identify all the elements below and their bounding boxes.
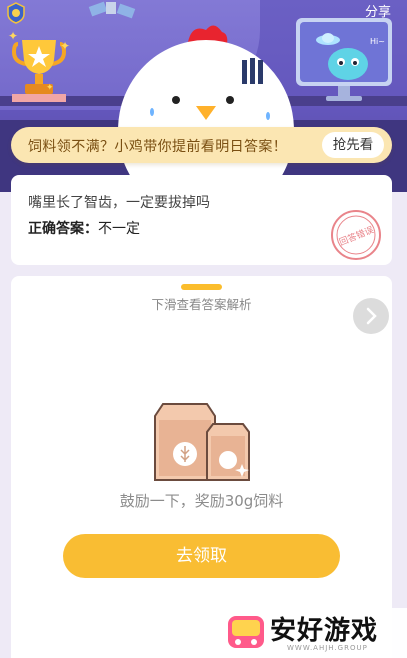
promo-text: 饲料领不满？小鸡带你提前看明日答案！ bbox=[28, 139, 288, 155]
stamp-text: 回答错误 bbox=[337, 224, 375, 249]
svg-text:Hi~: Hi~ bbox=[370, 37, 385, 46]
preview-answer-button[interactable]: 抢先看 bbox=[322, 132, 384, 158]
alien-monitor-icon: Hi~ bbox=[296, 18, 392, 101]
swipe-hint: 下滑查看答案解析 bbox=[151, 297, 252, 312]
answer-value: 不一定 bbox=[98, 221, 140, 237]
share-button[interactable]: 分享 bbox=[365, 1, 391, 20]
watermark-title: 安好游戏 bbox=[270, 616, 379, 646]
satellite-icon bbox=[88, 1, 136, 19]
trophy-icon bbox=[12, 40, 66, 102]
watermark: 安好游戏 WWW.AHJH.GROUP bbox=[222, 608, 407, 658]
claim-button[interactable]: 去领取 bbox=[63, 534, 340, 578]
wrong-answer-stamp: 回答错误 bbox=[331, 210, 381, 260]
chevron-right-icon[interactable] bbox=[353, 298, 389, 334]
answer-label: 正确答案： bbox=[28, 221, 98, 237]
question-card: 嘴里长了智齿，一定要拔掉吗 正确答案：不一定 回答错误 bbox=[11, 175, 392, 265]
watermark-subtitle: WWW.AHJH.GROUP bbox=[287, 644, 368, 652]
question-text: 嘴里长了智齿，一定要拔掉吗 bbox=[28, 195, 210, 211]
reward-card: 下滑查看答案解析 鼓励一下，奖励30g饲料 去领取 bbox=[11, 276, 392, 658]
watermark-logo-icon bbox=[228, 616, 264, 648]
badge-icon bbox=[7, 2, 25, 24]
answer-row: 正确答案：不一定 bbox=[28, 218, 140, 238]
feed-bag-icon bbox=[154, 403, 250, 481]
hero-banner: ✦ ✦ ✦ Hi~ 分享 bbox=[0, 0, 407, 192]
chicken-mascot bbox=[118, 25, 294, 192]
sparkle-icon: ✦ bbox=[8, 29, 19, 43]
sparkle-icon: ✦ bbox=[60, 39, 71, 53]
drag-handle[interactable] bbox=[181, 284, 222, 290]
promo-banner: 饲料领不满？小鸡带你提前看明日答案！ 抢先看 bbox=[11, 127, 392, 163]
reward-text: 鼓励一下，奖励30g饲料 bbox=[119, 492, 284, 510]
sparkle-icon: ✦ bbox=[46, 83, 54, 93]
